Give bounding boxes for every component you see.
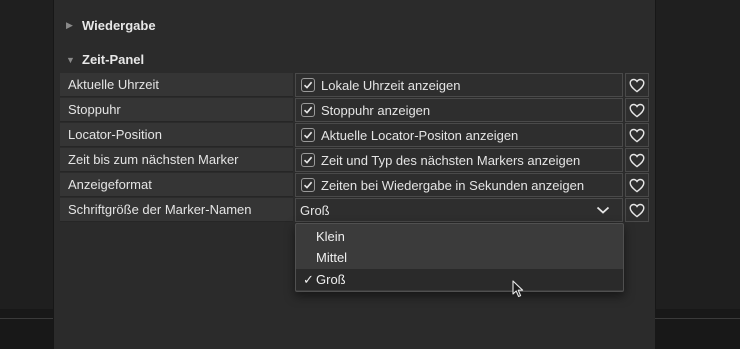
checkbox-option[interactable]: Lokale Uhrzeit anzeigen <box>295 73 623 97</box>
checkbox-option[interactable]: Stoppuhr anzeigen <box>295 98 623 122</box>
checkbox[interactable] <box>301 103 315 117</box>
row-label: Schriftgröße der Marker-Namen <box>60 198 293 222</box>
favorite-button[interactable] <box>625 173 649 197</box>
section-header-time-panel[interactable]: ▼ Zeit-Panel <box>66 52 144 67</box>
option-text: Aktuelle Locator-Positon anzeigen <box>321 127 519 143</box>
row-label: Zeit bis zum nächsten Marker <box>60 148 293 172</box>
section-label: Zeit-Panel <box>82 52 145 67</box>
checkbox-option[interactable]: Zeiten bei Wiedergabe in Sekunden anzeig… <box>295 173 623 197</box>
disclosure-right-icon: ▶ <box>66 20 73 30</box>
left-background-strip <box>0 309 53 349</box>
favorite-button[interactable] <box>625 73 649 97</box>
option-label: Groß <box>316 272 346 287</box>
select-value: Groß <box>300 202 330 218</box>
settings-row-current-time: Aktuelle Uhrzeit Lokale Uhrzeit anzeigen <box>60 73 651 97</box>
checkmark-icon <box>303 106 313 114</box>
checkmark-icon <box>303 131 313 139</box>
disclosure-down-icon: ▼ <box>66 54 75 65</box>
dropdown-option-mittel[interactable]: Mittel <box>296 247 623 268</box>
chevron-down-icon <box>596 206 610 214</box>
checkmark-icon <box>303 81 313 89</box>
favorite-button[interactable] <box>625 123 649 147</box>
heart-outline-icon <box>629 128 645 142</box>
row-label: Locator-Position <box>60 123 293 147</box>
mouse-pointer-icon <box>512 280 524 298</box>
checkbox[interactable] <box>301 153 315 167</box>
font-size-dropdown-menu: Klein Mittel ✓ Groß <box>295 223 624 292</box>
section-header-playback[interactable]: ▶ Wiedergabe <box>66 18 156 33</box>
row-label: Aktuelle Uhrzeit <box>60 73 293 97</box>
right-background-strip <box>655 309 740 349</box>
option-text: Zeiten bei Wiedergabe in Sekunden anzeig… <box>321 177 585 193</box>
option-text: Zeit und Typ des nächsten Markers anzeig… <box>321 152 581 168</box>
favorite-button[interactable] <box>625 198 649 222</box>
checkbox[interactable] <box>301 78 315 92</box>
favorite-button[interactable] <box>625 148 649 172</box>
heart-outline-icon <box>629 203 645 217</box>
left-divider <box>0 318 53 319</box>
checkmark-icon: ✓ <box>303 272 314 287</box>
heart-outline-icon <box>629 178 645 192</box>
settings-row-locator-position: Locator-Position Aktuelle Locator-Posito… <box>60 123 651 147</box>
font-size-select[interactable]: Groß <box>295 198 623 222</box>
right-divider <box>655 318 740 319</box>
option-text: Lokale Uhrzeit anzeigen <box>321 77 461 93</box>
settings-row-display-format: Anzeigeformat Zeiten bei Wiedergabe in S… <box>60 173 651 197</box>
option-text: Stoppuhr anzeigen <box>321 102 431 118</box>
settings-row-stopwatch: Stoppuhr Stoppuhr anzeigen <box>60 98 651 122</box>
checkbox[interactable] <box>301 178 315 192</box>
option-label: Klein <box>316 229 345 244</box>
checkbox-option[interactable]: Aktuelle Locator-Positon anzeigen <box>295 123 623 147</box>
option-label: Mittel <box>316 250 348 265</box>
row-label: Anzeigeformat <box>60 173 293 197</box>
checkmark-icon <box>303 156 313 164</box>
heart-outline-icon <box>629 153 645 167</box>
checkbox[interactable] <box>301 128 315 142</box>
checkbox-option[interactable]: Zeit und Typ des nächsten Markers anzeig… <box>295 148 623 172</box>
settings-row-marker-font-size: Schriftgröße der Marker-Namen Groß <box>60 198 651 222</box>
settings-row-next-marker: Zeit bis zum nächsten Marker Zeit und Ty… <box>60 148 651 172</box>
heart-outline-icon <box>629 78 645 92</box>
dropdown-option-klein[interactable]: Klein <box>296 226 623 247</box>
row-label: Stoppuhr <box>60 98 293 122</box>
app-window: ▶ Wiedergabe ▼ Zeit-Panel Aktuelle Uhrze… <box>0 0 740 349</box>
section-label: Wiedergabe <box>82 18 156 33</box>
dropdown-option-gross[interactable]: ✓ Groß <box>296 269 623 290</box>
checkmark-icon <box>303 181 313 189</box>
heart-outline-icon <box>629 103 645 117</box>
favorite-button[interactable] <box>625 98 649 122</box>
